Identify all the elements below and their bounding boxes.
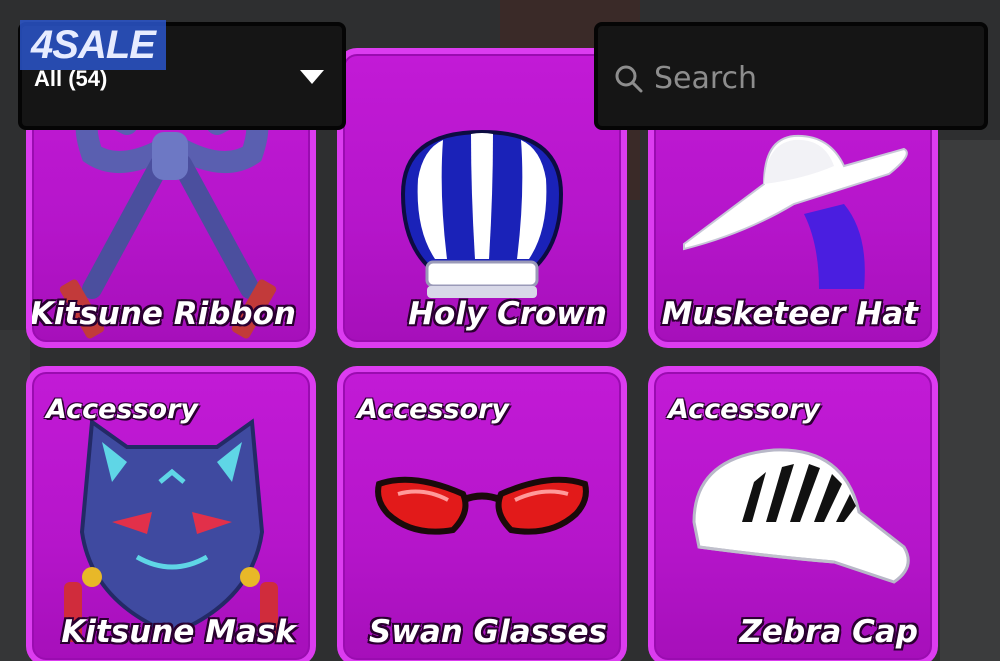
chevron-down-icon — [300, 70, 324, 84]
item-category: Accessory — [46, 394, 198, 425]
item-category: Accessory — [357, 394, 509, 425]
item-name: Kitsune Ribbon — [29, 296, 296, 332]
item-name: Swan Glasses — [368, 614, 607, 650]
item-name: Zebra Cap — [739, 614, 918, 650]
watermark-logo: 4SALE — [20, 20, 166, 70]
search-icon — [615, 65, 643, 93]
item-name: Musketeer Hat — [661, 296, 918, 332]
item-card-holy-crown[interactable]: Holy Crown — [337, 48, 627, 348]
item-card-swan-glasses[interactable]: Accessory Swan Glasses — [337, 366, 627, 661]
item-name: Kitsune Mask — [61, 614, 296, 650]
item-category: Accessory — [668, 394, 820, 425]
item-card-kitsune-mask[interactable]: Accessory Kitsune Mask — [26, 366, 316, 661]
search-input[interactable] — [654, 56, 974, 100]
item-card-zebra-cap[interactable]: Accessory Zebra Cap — [648, 366, 938, 661]
item-name: Holy Crown — [408, 296, 607, 332]
search-box[interactable] — [594, 22, 988, 130]
